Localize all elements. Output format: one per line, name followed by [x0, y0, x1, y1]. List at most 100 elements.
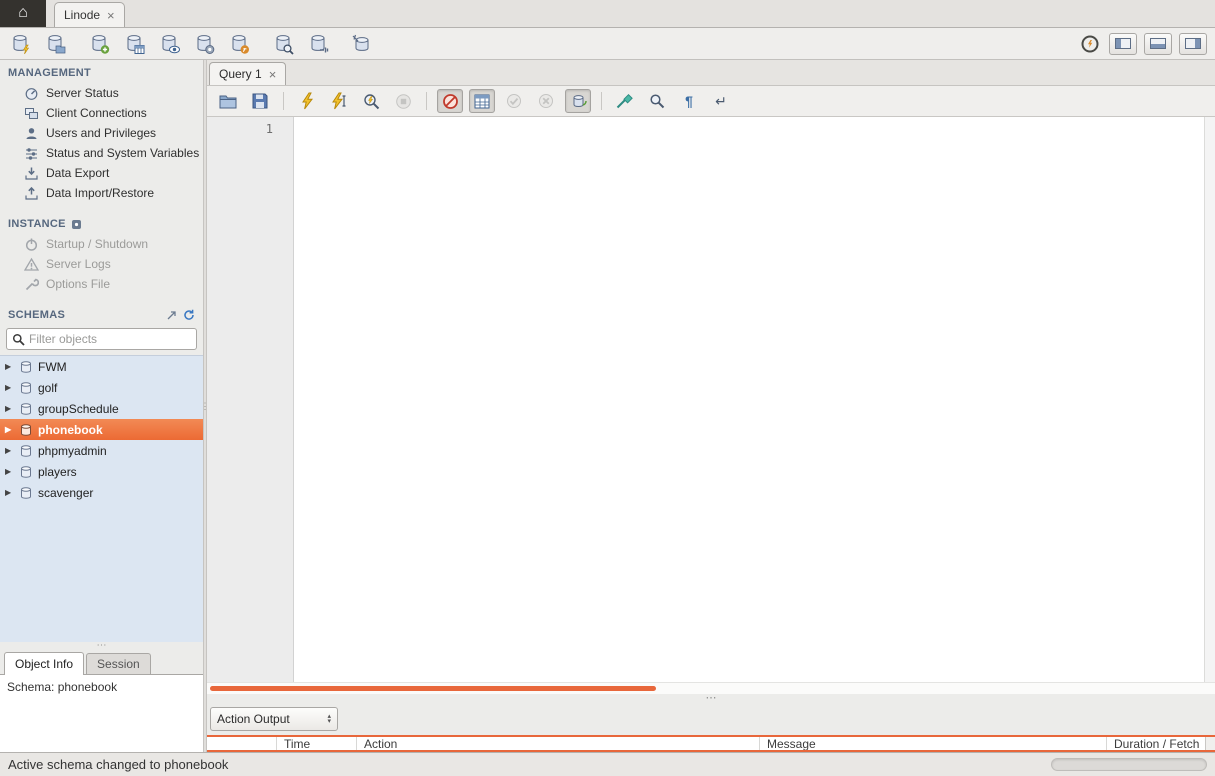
create-table-icon[interactable]: [122, 32, 146, 56]
rollback-icon[interactable]: [533, 89, 559, 113]
sidebar-item-data-export[interactable]: Data Export: [0, 163, 203, 183]
wrench-icon: [24, 277, 39, 292]
sidebar-item-server-status[interactable]: Server Status: [0, 83, 203, 103]
expand-arrow-icon[interactable]: ▶: [5, 488, 14, 497]
expand-arrow-icon[interactable]: ▶: [5, 467, 14, 476]
create-view-icon[interactable]: [157, 32, 181, 56]
commit-icon[interactable]: [501, 89, 527, 113]
search-icon: [12, 333, 25, 346]
toggle-sidebar-button[interactable]: [1109, 33, 1137, 55]
sql-editor-toolbar: ¶ ↵: [207, 86, 1215, 117]
schema-icon: [19, 360, 33, 374]
execute-query-icon[interactable]: [294, 89, 320, 113]
sql-editor: 1: [207, 117, 1215, 682]
sliders-icon: [24, 146, 39, 161]
info-panel-splitter[interactable]: ⋯: [0, 642, 203, 650]
toggle-secondary-sidebar-button[interactable]: [1179, 33, 1207, 55]
column-label: Action: [364, 737, 397, 751]
toolbar-group-connection: [350, 32, 374, 56]
sidebar-item-label: Options File: [46, 277, 110, 291]
schemas-title-label: SCHEMAS: [8, 309, 65, 321]
wrap-glyph: ↵: [715, 94, 727, 108]
sidebar-item-client-connections[interactable]: Client Connections: [0, 103, 203, 123]
open-sql-script-icon[interactable]: [43, 32, 67, 56]
sidebar-item-startup-shutdown[interactable]: Startup / Shutdown: [0, 234, 203, 254]
progress-indicator: [1051, 758, 1207, 771]
instance-server-icon: [71, 219, 82, 230]
action-output-header: Time Action Message Duration / Fetch: [207, 735, 1215, 752]
close-tab-icon[interactable]: ×: [107, 9, 115, 22]
create-schema-icon[interactable]: [87, 32, 111, 56]
connection-tab-linode[interactable]: Linode ×: [54, 2, 125, 27]
schema-row-scavenger[interactable]: ▶ scavenger: [0, 482, 203, 503]
output-view-select[interactable]: Action Output ▴ ▾: [210, 707, 338, 731]
expand-arrow-icon[interactable]: ▶: [5, 362, 14, 371]
manage-connections-icon[interactable]: [350, 32, 374, 56]
expand-arrow-icon[interactable]: ▶: [5, 425, 14, 434]
toolbar-group-files: [8, 32, 67, 56]
sidebar-item-server-logs[interactable]: Server Logs: [0, 254, 203, 274]
toggle-autocommit-icon[interactable]: [565, 89, 591, 113]
editor-horizontal-scrollbar[interactable]: [207, 682, 1215, 694]
find-icon[interactable]: [644, 89, 670, 113]
splitter-handle-icon: ⋯: [97, 644, 107, 648]
save-script-icon[interactable]: [247, 89, 273, 113]
toggle-invisible-characters-icon[interactable]: ¶: [676, 89, 702, 113]
schema-filter-input[interactable]: [29, 332, 191, 346]
query-tab-label: Query 1: [219, 67, 262, 81]
schema-name: phpmyadmin: [38, 444, 107, 458]
sidebar-item-users-privileges[interactable]: Users and Privileges: [0, 123, 203, 143]
refresh-schemas-icon[interactable]: [183, 309, 195, 321]
search-table-data-icon[interactable]: [271, 32, 295, 56]
expand-schemas-icon[interactable]: [166, 310, 177, 321]
sql-editor-surface[interactable]: [294, 117, 1204, 682]
schema-row-phpmyadmin[interactable]: ▶ phpmyadmin: [0, 440, 203, 461]
sidebar-item-label: Status and System Variables: [46, 146, 199, 160]
create-procedure-icon[interactable]: [192, 32, 216, 56]
editor-area: Query 1 ×: [207, 60, 1215, 752]
expand-arrow-icon[interactable]: ▶: [5, 404, 14, 413]
status-message: Active schema changed to phonebook: [8, 757, 228, 772]
schema-row-players[interactable]: ▶ players: [0, 461, 203, 482]
status-indicator-icon[interactable]: [1078, 32, 1102, 56]
tab-label: Object Info: [15, 657, 73, 671]
right-panel-icon: [1185, 38, 1201, 49]
schema-row-groupschedule[interactable]: ▶ groupSchedule: [0, 398, 203, 419]
create-function-icon[interactable]: [227, 32, 251, 56]
instance-title-label: INSTANCE: [8, 218, 66, 230]
connection-tab-label: Linode: [64, 8, 100, 22]
explain-query-icon[interactable]: [358, 89, 384, 113]
sidebar-item-label: Server Logs: [46, 257, 111, 271]
sidebar-item-status-system-variables[interactable]: Status and System Variables: [0, 143, 203, 163]
toggle-stop-on-error-icon[interactable]: [437, 89, 463, 113]
tab-session[interactable]: Session: [86, 653, 151, 674]
sidebar-item-options-file[interactable]: Options File: [0, 274, 203, 294]
close-query-tab-icon[interactable]: ×: [269, 67, 277, 82]
toggle-limit-rows-icon[interactable]: [469, 89, 495, 113]
sidebar-item-data-import-restore[interactable]: Data Import/Restore: [0, 183, 203, 203]
schema-icon: [19, 423, 33, 437]
expand-arrow-icon[interactable]: ▶: [5, 383, 14, 392]
pilcrow-glyph: ¶: [685, 94, 693, 108]
execute-current-statement-icon[interactable]: [326, 89, 352, 113]
new-query-tab-icon[interactable]: [8, 32, 32, 56]
reconnect-dbms-icon[interactable]: [306, 32, 330, 56]
output-splitter[interactable]: ⋯: [207, 694, 1215, 703]
schema-row-phonebook[interactable]: ▶ phonebook: [0, 419, 203, 440]
tab-object-info[interactable]: Object Info: [4, 652, 84, 675]
schema-filter: [6, 328, 197, 350]
mysql-workbench-window: ⌂ Linode ×: [0, 0, 1215, 776]
expand-arrow-icon[interactable]: ▶: [5, 446, 14, 455]
beautify-sql-icon[interactable]: [612, 89, 638, 113]
stop-query-icon[interactable]: [390, 89, 416, 113]
toggle-output-area-button[interactable]: [1144, 33, 1172, 55]
tab-query-1[interactable]: Query 1 ×: [209, 62, 286, 85]
schema-row-golf[interactable]: ▶ golf: [0, 377, 203, 398]
open-script-icon[interactable]: [215, 89, 241, 113]
column-time: Time: [277, 737, 357, 750]
editor-vertical-scrollbar[interactable]: [1204, 117, 1215, 682]
scrollbar-thumb[interactable]: [210, 686, 656, 691]
home-tab[interactable]: ⌂: [0, 0, 46, 27]
toggle-word-wrap-icon[interactable]: ↵: [708, 89, 734, 113]
schema-row-fwm[interactable]: ▶ FWM: [0, 356, 203, 377]
